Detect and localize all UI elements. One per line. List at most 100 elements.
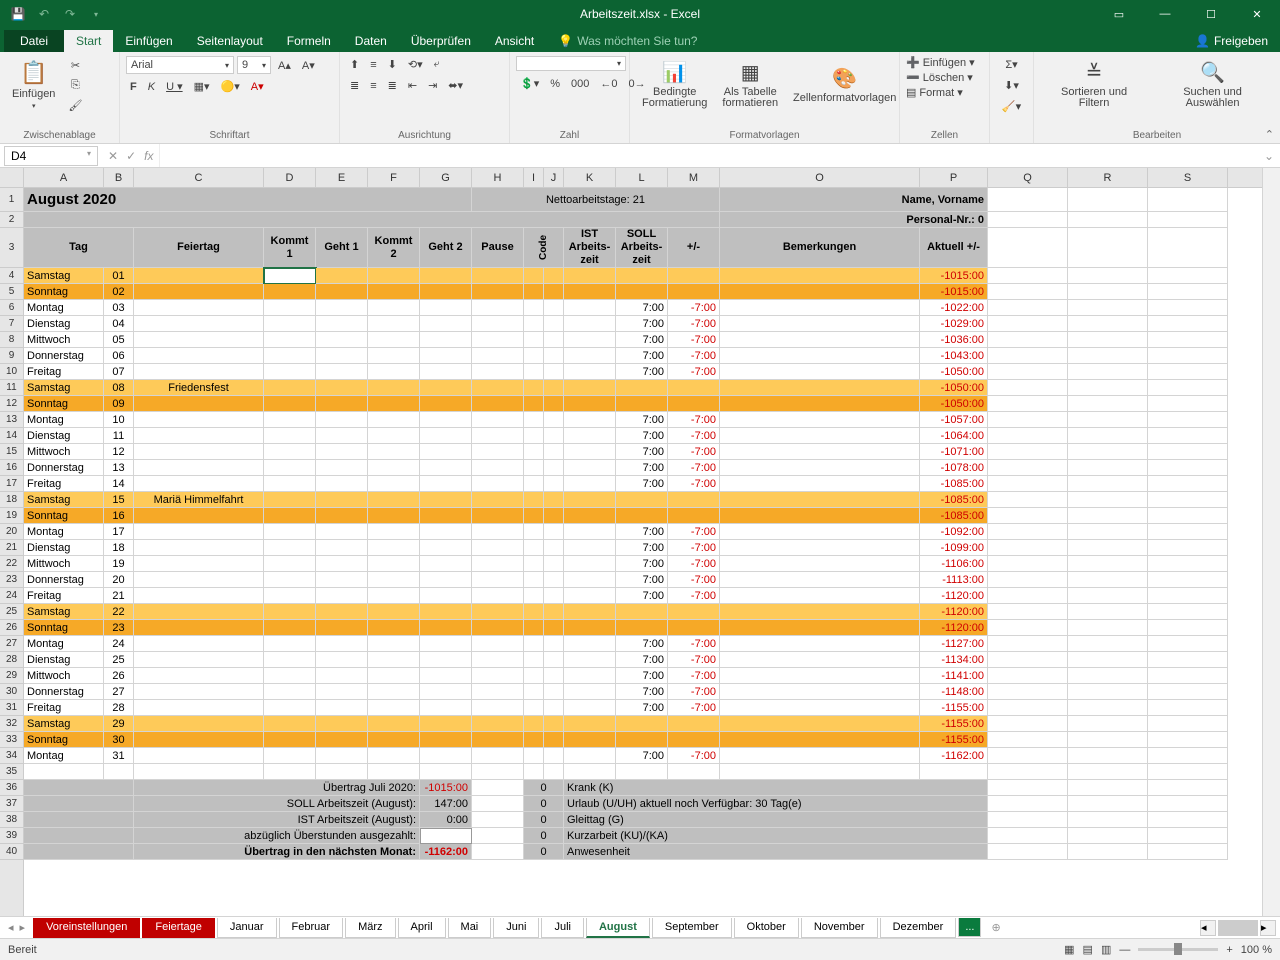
cell[interactable] <box>24 212 720 228</box>
cell[interactable] <box>1148 844 1228 860</box>
cell[interactable]: -1050:00 <box>920 364 988 380</box>
cell[interactable] <box>720 572 920 588</box>
cell[interactable] <box>1068 652 1148 668</box>
cell[interactable] <box>134 284 264 300</box>
cell[interactable] <box>368 620 420 636</box>
cell[interactable]: 09 <box>104 396 134 412</box>
tab-view[interactable]: Ansicht <box>483 30 546 52</box>
cell[interactable]: -7:00 <box>668 588 720 604</box>
col-header-E[interactable]: E <box>316 168 368 187</box>
cell[interactable] <box>472 748 524 764</box>
share-button[interactable]: 👤Freigeben <box>1195 30 1268 52</box>
cell[interactable] <box>420 428 472 444</box>
cell[interactable] <box>368 412 420 428</box>
expand-formula-icon[interactable]: ⌄ <box>1258 149 1280 163</box>
cell[interactable]: 25 <box>104 652 134 668</box>
col-header-S[interactable]: S <box>1148 168 1228 187</box>
cell[interactable] <box>668 396 720 412</box>
row-header-3[interactable]: 3 <box>0 228 23 268</box>
cell[interactable]: 7:00 <box>616 412 668 428</box>
cell[interactable] <box>1148 188 1228 212</box>
cell[interactable]: 02 <box>104 284 134 300</box>
cell[interactable] <box>720 284 920 300</box>
cell[interactable] <box>316 668 368 684</box>
cell[interactable]: 07 <box>104 364 134 380</box>
cell[interactable] <box>988 572 1068 588</box>
cell[interactable]: -7:00 <box>668 748 720 764</box>
cell[interactable]: -1155:00 <box>920 716 988 732</box>
cell[interactable] <box>134 300 264 316</box>
currency-icon[interactable]: 💲▾ <box>516 75 543 92</box>
cell[interactable]: Sonntag <box>24 396 104 412</box>
cell[interactable] <box>316 652 368 668</box>
cell[interactable] <box>24 844 134 860</box>
cell[interactable] <box>316 332 368 348</box>
row-header-11[interactable]: 11 <box>0 380 23 396</box>
cell[interactable] <box>1148 620 1228 636</box>
cell[interactable] <box>1148 300 1228 316</box>
tab-nav-first-icon[interactable]: ◂ <box>8 921 14 934</box>
cell[interactable] <box>668 620 720 636</box>
cell[interactable] <box>472 348 524 364</box>
row-header-12[interactable]: 12 <box>0 396 23 412</box>
cell[interactable] <box>564 476 616 492</box>
row-header-13[interactable]: 13 <box>0 412 23 428</box>
cell[interactable] <box>524 396 544 412</box>
cell[interactable] <box>368 396 420 412</box>
cell[interactable] <box>420 316 472 332</box>
cell[interactable]: -1085:00 <box>920 492 988 508</box>
cell[interactable] <box>134 316 264 332</box>
cell[interactable] <box>524 492 544 508</box>
cell[interactable] <box>1068 316 1148 332</box>
cell[interactable] <box>988 684 1068 700</box>
cell[interactable] <box>616 604 668 620</box>
cell[interactable] <box>564 284 616 300</box>
row-header-22[interactable]: 22 <box>0 556 23 572</box>
cell[interactable]: -1148:00 <box>920 684 988 700</box>
cell[interactable] <box>316 636 368 652</box>
cell[interactable] <box>420 492 472 508</box>
cell[interactable]: 7:00 <box>616 636 668 652</box>
row-header-23[interactable]: 23 <box>0 572 23 588</box>
cell[interactable] <box>316 460 368 476</box>
cell[interactable]: Freitag <box>24 364 104 380</box>
cell[interactable] <box>544 332 564 348</box>
cell[interactable] <box>264 492 316 508</box>
cell[interactable] <box>134 620 264 636</box>
col-header-B[interactable]: B <box>104 168 134 187</box>
cell[interactable] <box>316 300 368 316</box>
cell[interactable] <box>472 620 524 636</box>
cell[interactable] <box>368 524 420 540</box>
cell[interactable]: 06 <box>104 348 134 364</box>
find-select-button[interactable]: 🔍Suchen und Auswählen <box>1151 56 1274 113</box>
cell[interactable] <box>524 364 544 380</box>
cell[interactable] <box>1148 732 1228 748</box>
cell[interactable]: Mittwoch <box>24 556 104 572</box>
cell[interactable] <box>1068 636 1148 652</box>
cell[interactable] <box>988 780 1068 796</box>
cell[interactable] <box>472 428 524 444</box>
row-header-21[interactable]: 21 <box>0 540 23 556</box>
row-header-40[interactable]: 40 <box>0 844 23 860</box>
cell[interactable] <box>988 652 1068 668</box>
cell[interactable] <box>420 268 472 284</box>
cell[interactable] <box>472 444 524 460</box>
row-header-8[interactable]: 8 <box>0 332 23 348</box>
cell[interactable]: 0 <box>524 796 564 812</box>
cell[interactable]: -1155:00 <box>920 732 988 748</box>
cell[interactable] <box>524 380 544 396</box>
tab-review[interactable]: Überprüfen <box>399 30 483 52</box>
cell[interactable] <box>544 444 564 460</box>
save-icon[interactable]: 💾 <box>6 2 30 26</box>
cell[interactable] <box>134 444 264 460</box>
cell[interactable] <box>316 764 368 780</box>
accept-formula-icon[interactable]: ✓ <box>126 149 136 163</box>
row-header-36[interactable]: 36 <box>0 780 23 796</box>
cell[interactable]: 7:00 <box>616 748 668 764</box>
cell[interactable] <box>316 508 368 524</box>
cell[interactable]: Donnerstag <box>24 572 104 588</box>
cell[interactable] <box>134 684 264 700</box>
name-box[interactable]: D4▾ <box>4 146 98 166</box>
cell[interactable] <box>544 540 564 556</box>
cell[interactable] <box>472 396 524 412</box>
